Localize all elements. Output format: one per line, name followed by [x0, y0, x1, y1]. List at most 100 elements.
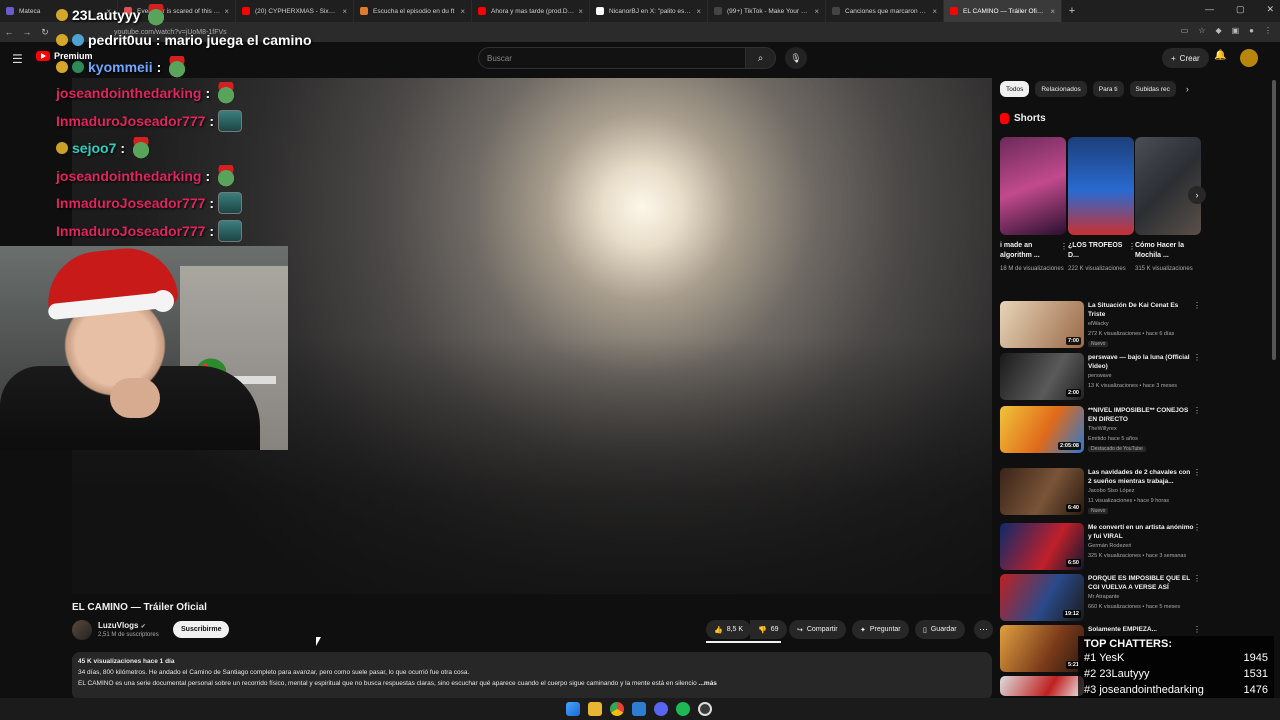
extension-icon[interactable]: ◆ — [1215, 26, 1221, 35]
video-thumbnail[interactable]: 6:50 — [1000, 523, 1084, 570]
video-thumbnail[interactable] — [1000, 676, 1084, 696]
dislike-button[interactable]: 👎 69 — [750, 620, 787, 639]
save-button[interactable]: ▯ Guardar — [915, 620, 965, 639]
channel-name[interactable]: Mr Atrapante — [1088, 594, 1120, 600]
chrome-icon[interactable] — [610, 702, 624, 716]
browser-tab[interactable]: Escucha el episodio en du ft × — [354, 0, 472, 22]
video-thumbnail[interactable]: 5:21 — [1000, 625, 1084, 672]
shorts-next-button[interactable]: › — [1188, 186, 1206, 204]
reload-icon[interactable]: ↻ — [36, 27, 54, 38]
chip-recent-uploads[interactable]: Subidas rec — [1129, 81, 1176, 97]
kebab-menu-icon[interactable]: ⋮ — [1193, 625, 1201, 634]
obs-icon[interactable] — [698, 702, 712, 716]
video-description[interactable]: 45 K visualizaciones hace 1 día 34 días,… — [72, 652, 992, 700]
short-thumbnail[interactable] — [1000, 137, 1066, 235]
video-thumbnail[interactable]: 19:12 — [1000, 574, 1084, 621]
recommended-video[interactable]: 7:00 La Situación De Kai Cenat Es Triste… — [1000, 301, 1205, 349]
page-scrollbar[interactable] — [1272, 80, 1276, 360]
new-tab-icon[interactable]: + — [1062, 5, 1082, 17]
video-thumbnail[interactable]: 7:00 — [1000, 301, 1084, 348]
channel-avatar[interactable] — [72, 620, 92, 640]
recommended-video[interactable]: 2:00 perswave — bajo la luna (Official V… — [1000, 353, 1205, 401]
recommended-video[interactable]: 6:40 Las navidades de 2 chavales con 2 s… — [1000, 468, 1205, 516]
forward-icon[interactable]: → — [18, 27, 36, 37]
video-title[interactable]: La Situación De Kai Cenat Es Triste — [1088, 301, 1194, 319]
short-card[interactable]: ¿LOS TROFEOS D... 222 K visualizaciones … — [1068, 137, 1136, 274]
close-icon[interactable]: × — [460, 7, 465, 16]
ask-button[interactable]: ✦ Preguntar — [852, 620, 909, 639]
recommended-video[interactable]: 2:05:08 **NIVEL IMPOSIBLE** CONEJOS EN D… — [1000, 406, 1205, 454]
minimize-icon[interactable]: — — [1205, 4, 1214, 15]
close-icon[interactable]: × — [814, 7, 819, 16]
kebab-menu-icon[interactable]: ⋮ — [1193, 523, 1201, 532]
channel-name[interactable]: Jacobo Siso López — [1088, 488, 1134, 494]
browser-tab[interactable]: (99+) TikTok - Make Your Day × — [708, 0, 826, 22]
account-avatar[interactable] — [1240, 49, 1258, 67]
back-icon[interactable]: ← — [0, 27, 18, 37]
show-more-link[interactable]: ...más — [699, 680, 717, 687]
kebab-menu-icon[interactable]: ⋮ — [1264, 26, 1272, 35]
search-input[interactable]: Buscar — [478, 47, 746, 69]
recommended-video[interactable]: 19:12 PORQUE ES IMPOSIBLE QUE EL CGI VUE… — [1000, 574, 1205, 622]
short-title[interactable]: ¿LOS TROFEOS D... — [1068, 241, 1134, 263]
short-title[interactable]: Cómo Hacer la Mochila ... — [1135, 241, 1201, 263]
file-explorer-icon[interactable] — [588, 702, 602, 716]
video-thumbnail[interactable]: 6:40 — [1000, 468, 1084, 515]
browser-tab[interactable]: NicanorBJ en X: "palito es autis × — [590, 0, 708, 22]
close-icon[interactable]: × — [342, 7, 347, 16]
close-window-icon[interactable]: ✕ — [1266, 4, 1274, 15]
video-title[interactable]: Las navidades de 2 chavales con 2 sueños… — [1088, 468, 1194, 486]
kebab-menu-icon[interactable]: ⋮ — [1193, 468, 1201, 477]
profile-icon[interactable]: ● — [1249, 26, 1254, 35]
video-thumbnail[interactable]: 2:05:08 — [1000, 406, 1084, 453]
kebab-menu-icon[interactable]: ⋮ — [1193, 574, 1201, 583]
browser-tab-active[interactable]: EL CAMINO — Tráiler Oficial × — [944, 0, 1062, 22]
video-title[interactable]: PORQUE ES IMPOSIBLE QUE EL CGI VUELVA A … — [1088, 574, 1194, 592]
notifications-bell-icon[interactable]: 🔔 — [1214, 50, 1226, 61]
video-thumbnail[interactable]: 2:00 — [1000, 353, 1084, 400]
short-card[interactable]: Cómo Hacer la Mochila ... 315 K visualiz… — [1135, 137, 1201, 274]
channel-name[interactable]: LuzuVlogs ✔ — [98, 621, 146, 630]
chip-related[interactable]: Relacionados — [1035, 81, 1087, 97]
kebab-menu-icon[interactable]: ⋮ — [1193, 353, 1201, 362]
close-icon[interactable]: × — [1050, 7, 1055, 16]
channel-name[interactable]: perswave — [1088, 373, 1112, 379]
voice-search-button[interactable]: 🎙 — [785, 47, 807, 69]
hamburger-menu-icon[interactable]: ☰ — [12, 52, 23, 66]
browser-tab[interactable]: Canciones que marcaron el 202 × — [826, 0, 944, 22]
browser-tab[interactable]: Ahora y mas tarde (prod.Dardo × — [472, 0, 590, 22]
recommended-video[interactable]: 6:50 Me convertí en un artista anónimo y… — [1000, 523, 1205, 571]
puzzle-icon[interactable]: ▣ — [1232, 26, 1240, 35]
short-card[interactable]: i made an algorithm ... 18 M de visualiz… — [1000, 137, 1068, 274]
channel-name[interactable]: TheWillyrex — [1088, 426, 1117, 432]
like-button[interactable]: 👍 8,5 K — [706, 620, 752, 639]
channel-name[interactable]: elWacky — [1088, 321, 1109, 327]
close-icon[interactable]: × — [578, 7, 583, 16]
video-title[interactable]: Me convertí en un artista anónimo y fui … — [1088, 523, 1194, 541]
chip-all[interactable]: Todos — [1000, 81, 1030, 97]
subscribe-button[interactable]: Suscribirme — [173, 621, 230, 638]
kebab-menu-icon[interactable]: ⋮ — [1193, 406, 1201, 415]
kebab-menu-icon[interactable]: ⋮ — [1193, 301, 1201, 310]
short-thumbnail[interactable] — [1135, 137, 1201, 235]
video-title[interactable]: perswave — bajo la luna (Official Video) — [1088, 353, 1194, 371]
video-title[interactable]: Solamente EMPIEZA... — [1088, 625, 1194, 634]
cast-icon[interactable]: ▭ — [1181, 26, 1189, 35]
create-button[interactable]: + Crear — [1162, 48, 1209, 68]
search-button[interactable]: ⌕ — [746, 47, 776, 69]
close-icon[interactable]: × — [224, 7, 229, 16]
browser-tab[interactable]: (20) CYPHERXMAS - SixUp, Jos× — [236, 0, 354, 22]
channel-name[interactable]: Germán Rodezeri — [1088, 543, 1131, 549]
maximize-icon[interactable]: ▢ — [1236, 4, 1245, 15]
chip-for-you[interactable]: Para ti — [1092, 81, 1124, 97]
video-title[interactable]: **NIVEL IMPOSIBLE** CONEJOS EN DIRECTO — [1088, 406, 1194, 424]
close-icon[interactable]: × — [932, 7, 937, 16]
bookmark-star-icon[interactable]: ☆ — [1198, 26, 1205, 35]
task-check-icon[interactable] — [632, 702, 646, 716]
spotify-icon[interactable] — [676, 702, 690, 716]
chevron-right-icon[interactable]: › — [1186, 84, 1189, 94]
kebab-menu-icon[interactable]: ⋮ — [1060, 242, 1068, 251]
short-title[interactable]: i made an algorithm ... — [1000, 241, 1066, 263]
share-button[interactable]: ↪ Compartir — [789, 620, 846, 639]
short-thumbnail[interactable] — [1068, 137, 1134, 235]
